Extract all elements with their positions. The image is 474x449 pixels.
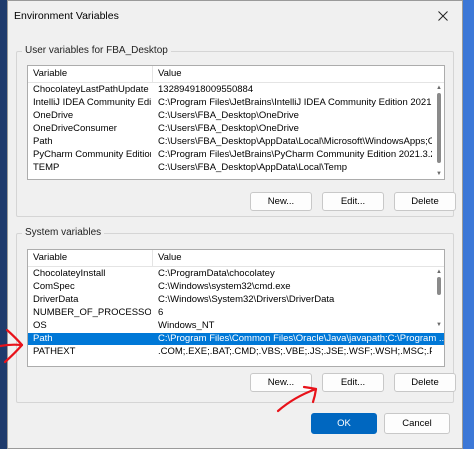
system-var-row-pathext[interactable]: PATHEXT .COM;.EXE;.BAT;.CMD;.VBS;.VBE;.JS… <box>28 346 432 358</box>
user-var-row-intellij[interactable]: IntelliJ IDEA Community Editi... C:\Progr… <box>28 97 432 109</box>
system-var-row-driverdata[interactable]: DriverData C:\Windows\System32\Drivers\Dr… <box>28 294 432 306</box>
column-header-variable[interactable]: Variable <box>28 250 153 266</box>
user-new-button[interactable]: New... <box>250 192 312 211</box>
user-edit-button[interactable]: Edit... <box>322 192 384 211</box>
scrollbar-thumb[interactable] <box>437 93 441 163</box>
user-delete-button[interactable]: Delete <box>394 192 456 211</box>
scroll-up-arrow-icon[interactable]: ▲ <box>436 269 442 275</box>
scrollbar-thumb[interactable] <box>437 277 441 295</box>
ok-button[interactable]: OK <box>311 413 377 434</box>
environment-variables-dialog: Environment Variables User variables for… <box>7 0 463 449</box>
user-var-row-pycharm[interactable]: PyCharm Community Edition C:\Program File… <box>28 149 432 161</box>
user-variables-label: User variables for FBA_Desktop <box>22 45 171 56</box>
user-variables-list[interactable]: Variable Value ChocolateyLastPathUpdate 1… <box>27 65 445 180</box>
user-variables-scrollbar[interactable]: ▲ ▼ <box>434 83 444 179</box>
window-title: Environment Variables <box>14 10 119 22</box>
system-new-button[interactable]: New... <box>250 373 312 392</box>
cancel-button[interactable]: Cancel <box>384 413 450 434</box>
title-bar: Environment Variables <box>8 1 462 31</box>
scroll-up-arrow-icon[interactable]: ▲ <box>436 85 442 91</box>
system-variables-label: System variables <box>22 227 105 238</box>
close-button[interactable] <box>428 3 458 29</box>
system-variables-list[interactable]: Variable Value ChocolateyInstall C:\Progr… <box>27 249 445 367</box>
column-header-variable[interactable]: Variable <box>28 66 153 82</box>
close-icon <box>438 11 448 21</box>
column-header-value[interactable]: Value <box>153 250 430 266</box>
list-header: Variable Value <box>28 250 444 267</box>
system-var-row-os[interactable]: OS Windows_NT <box>28 320 432 332</box>
user-var-row-path[interactable]: Path C:\Users\FBA_Desktop\AppData\Local\M… <box>28 136 432 148</box>
system-delete-button[interactable]: Delete <box>394 373 456 392</box>
list-header: Variable Value <box>28 66 444 83</box>
user-var-row-onedrive[interactable]: OneDrive C:\Users\FBA_Desktop\OneDrive <box>28 110 432 122</box>
system-variables-group: System variables Variable Value Chocolat… <box>16 227 456 403</box>
user-variables-group: User variables for FBA_Desktop Variable … <box>16 45 456 217</box>
system-edit-button[interactable]: Edit... <box>322 373 384 392</box>
system-variables-scrollbar[interactable]: ▲ ▼ <box>434 267 444 330</box>
scroll-down-arrow-icon[interactable]: ▼ <box>436 171 442 177</box>
scroll-down-arrow-icon[interactable]: ▼ <box>436 322 442 328</box>
column-header-value[interactable]: Value <box>153 66 430 82</box>
user-var-row-chocolatey-last-path-update[interactable]: ChocolateyLastPathUpdate 1328949180095508… <box>28 84 432 96</box>
system-var-row-path[interactable]: Path C:\Program Files\Common Files\Oracle… <box>28 333 444 345</box>
system-var-row-comspec[interactable]: ComSpec C:\Windows\system32\cmd.exe <box>28 281 432 293</box>
user-var-row-onedrive-consumer[interactable]: OneDriveConsumer C:\Users\FBA_Desktop\One… <box>28 123 432 135</box>
system-var-row-chocolatey-install[interactable]: ChocolateyInstall C:\ProgramData\chocolat… <box>28 268 432 280</box>
system-var-row-number-of-processors[interactable]: NUMBER_OF_PROCESSORS6 <box>28 307 432 319</box>
user-var-row-temp[interactable]: TEMP C:\Users\FBA_Desktop\AppData\Local\T… <box>28 162 432 174</box>
